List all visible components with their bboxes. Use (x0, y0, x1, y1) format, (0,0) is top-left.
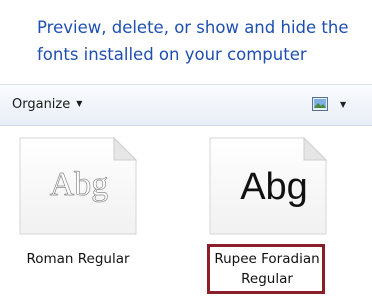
font-tile-roman[interactable]: Abg Roman Regular (10, 132, 140, 272)
font-sample-text: Abg (240, 166, 308, 208)
toolbar: Organize ▼ ▼ (0, 84, 372, 126)
page-description: Preview, delete, or show and hide the fo… (37, 18, 349, 64)
font-name-label: Roman Regular (26, 251, 130, 267)
view-options-chevron-icon[interactable]: ▼ (340, 100, 346, 109)
chevron-down-icon: ▼ (76, 99, 83, 108)
change-view-icon[interactable] (312, 97, 328, 111)
organize-label: Organize (12, 97, 71, 112)
selection-highlight-box (207, 244, 325, 294)
organize-button[interactable]: Organize ▼ (12, 97, 82, 112)
font-sample-text: Abg (49, 166, 109, 204)
